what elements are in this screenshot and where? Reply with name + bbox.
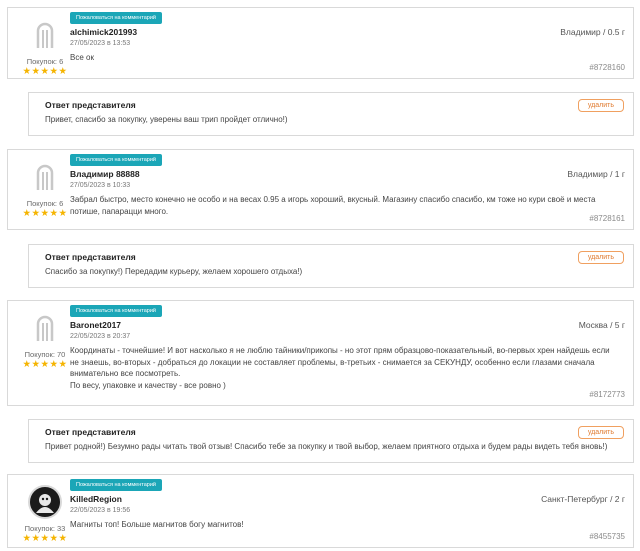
review-location: Москва / 5 г [578, 320, 625, 330]
reply-text: Привет родной!) Безумно рады читать твой… [45, 442, 608, 451]
review-card: Покупок: 6 ★★★★★ Пожаловаться на коммент… [7, 149, 634, 230]
default-avatar-icon [28, 18, 62, 52]
default-avatar-icon [28, 311, 62, 345]
reviewer-info: Покупок: 33 ★★★★★ [20, 485, 70, 544]
reply-title: Ответ представителя [45, 100, 136, 110]
user-photo-avatar [28, 485, 62, 519]
representative-reply: Ответ представителя Спасибо за покупку!)… [28, 244, 634, 288]
reviewer-info: Покупок: 6 ★★★★★ [20, 18, 70, 77]
reviewer-info: Покупок: 6 ★★★★★ [20, 160, 70, 219]
author-name[interactable]: alchimick201993 [70, 27, 137, 37]
representative-reply: Ответ представителя Привет, спасибо за п… [28, 92, 634, 136]
review-location: Владимир / 1 г [567, 169, 625, 179]
review-location: Владимир / 0.5 г [560, 27, 625, 37]
purchase-count: Покупок: 70 [24, 350, 66, 359]
order-id: #8728161 [589, 214, 625, 223]
purchase-count: Покупок: 6 [26, 199, 64, 208]
review-text: Забрал быстро, место конечно не особо и … [70, 195, 596, 216]
delete-button[interactable]: удалить [577, 99, 624, 112]
reply-title: Ответ представителя [45, 252, 136, 262]
reply-title: Ответ представителя [45, 427, 136, 437]
rating-stars: ★★★★★ [22, 66, 68, 77]
default-avatar-icon [28, 160, 62, 194]
complain-button[interactable]: Пожаловаться на комментарий [70, 154, 162, 166]
delete-button[interactable]: удалить [577, 251, 624, 264]
review-card: Покупок: 70 ★★★★★ Пожаловаться на коммен… [7, 300, 634, 406]
purchase-count: Покупок: 33 [24, 524, 66, 533]
reply-text: Спасибо за покупку!) Передадим курьеру, … [45, 267, 303, 276]
rating-stars: ★★★★★ [22, 359, 68, 370]
complain-button[interactable]: Пожаловаться на комментарий [70, 12, 162, 24]
delete-button[interactable]: удалить [577, 426, 624, 439]
representative-reply: Ответ представителя Привет родной!) Безу… [28, 419, 634, 463]
author-name[interactable]: Владимир 88888 [70, 169, 140, 179]
rating-stars: ★★★★★ [22, 533, 68, 544]
rating-stars: ★★★★★ [22, 208, 68, 219]
review-date: 22/05/2023 в 19:56 [70, 507, 131, 514]
reviewer-info: Покупок: 70 ★★★★★ [20, 311, 70, 370]
order-id: #8172773 [589, 390, 625, 399]
review-card: Покупок: 33 ★★★★★ Пожаловаться на коммен… [7, 474, 634, 548]
review-text: Все ок [70, 53, 94, 62]
order-id: #8455735 [589, 532, 625, 541]
review-date: 27/05/2023 в 13:53 [70, 40, 131, 47]
review-location: Санкт-Петербург / 2 г [541, 494, 625, 504]
reply-text: Привет, спасибо за покупку, уверены ваш … [45, 115, 288, 124]
author-name[interactable]: Baronet2017 [70, 320, 121, 330]
review-date: 27/05/2023 в 10:33 [70, 182, 131, 189]
complain-button[interactable]: Пожаловаться на комментарий [70, 305, 162, 317]
review-text: Магниты топ! Больше магнитов богу магнит… [70, 520, 244, 529]
review-text: Координаты - точнейшие! И вот насколько … [70, 346, 610, 390]
reviews-feed: Покупок: 6 ★★★★★ Пожаловаться на коммент… [0, 0, 640, 551]
review-date: 22/05/2023 в 20:37 [70, 333, 131, 340]
complain-button[interactable]: Пожаловаться на комментарий [70, 479, 162, 491]
purchase-count: Покупок: 6 [26, 57, 64, 66]
author-name[interactable]: KilledRegion [70, 494, 122, 504]
review-card: Покупок: 6 ★★★★★ Пожаловаться на коммент… [7, 7, 634, 79]
order-id: #8728160 [589, 63, 625, 72]
